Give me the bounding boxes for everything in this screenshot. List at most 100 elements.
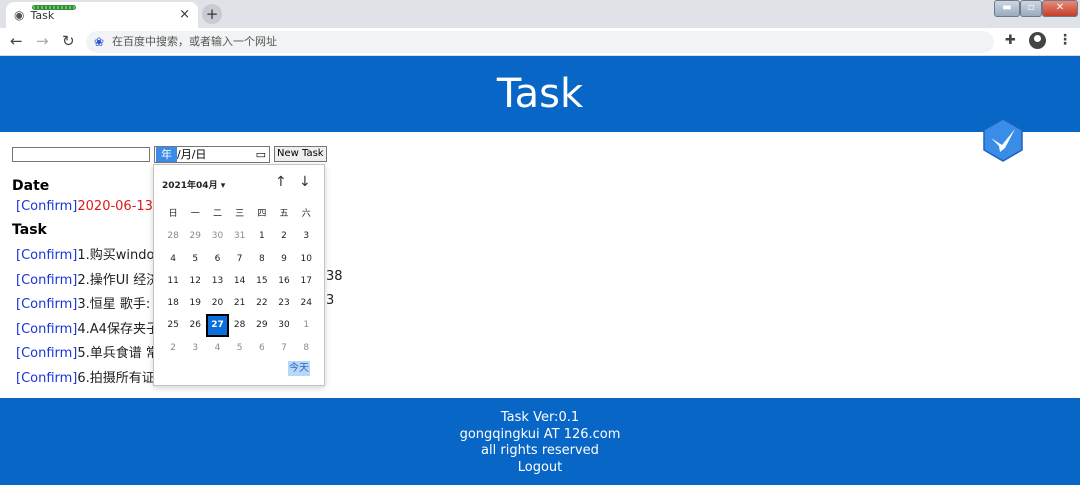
weekday-header: 二	[212, 209, 222, 219]
task-heading: Task	[12, 222, 47, 238]
list-item: [Confirm]5.单兵食谱 常	[16, 342, 159, 361]
calendar-icon[interactable]: ▭	[256, 147, 266, 162]
calendar-day[interactable]: 8	[295, 337, 317, 359]
calendar-day[interactable]: 2	[273, 225, 295, 247]
task-text: 4.A4保存夹子	[77, 322, 159, 337]
calendar-day[interactable]: 28	[229, 314, 251, 336]
confirm-link[interactable]: [Confirm]	[16, 248, 77, 263]
calendar-day[interactable]: 4	[162, 248, 184, 270]
task-input[interactable]	[12, 146, 150, 162]
calendar-day[interactable]: 23	[273, 292, 295, 314]
calendar-day[interactable]: 30	[206, 225, 228, 247]
calendar-day[interactable]: 15	[251, 270, 273, 292]
browser-tab[interactable]: ◉ Task ×	[6, 2, 198, 28]
back-arrow-icon[interactable]: ←	[10, 32, 23, 50]
calendar-day[interactable]: 6	[251, 337, 273, 359]
calendar-day[interactable]: 4	[206, 337, 228, 359]
calendar-day[interactable]: 20	[206, 292, 228, 314]
calendar-day[interactable]: 7	[273, 337, 295, 359]
confirm-link[interactable]: [Confirm]	[16, 297, 77, 312]
calendar-day[interactable]: 8	[251, 248, 273, 270]
account-icon[interactable]	[1029, 32, 1046, 49]
calendar-day[interactable]: 2	[162, 337, 184, 359]
address-placeholder: 在百度中搜索，或者输入一个网址	[112, 35, 277, 48]
weekday-header: 一	[190, 209, 200, 219]
calendar-day[interactable]: 29	[184, 225, 206, 247]
calendar-day[interactable]: 31	[229, 225, 251, 247]
date-month-day-segment[interactable]: /月/日	[177, 147, 206, 162]
reload-icon[interactable]: ↻	[62, 32, 75, 50]
calendar-day[interactable]: 21	[229, 292, 251, 314]
calendar-day[interactable]: 28	[162, 225, 184, 247]
calendar-day[interactable]: 3	[295, 225, 317, 247]
date-heading: Date	[12, 178, 50, 194]
calendar-day[interactable]: 7	[229, 248, 251, 270]
task-text-tail: 3	[326, 293, 335, 308]
date-input[interactable]: 年 /月/日 ▭	[154, 145, 270, 163]
contact-text: gongqingkui AT 126.com	[459, 426, 621, 442]
calendar-day[interactable]: 18	[162, 292, 184, 314]
logout-link[interactable]: Logout	[0, 460, 1080, 477]
extensions-icon[interactable]: ✚	[1005, 33, 1016, 48]
date-picker-popup: 2021年04月 ▾ ↑ ↓ 日一二三四五六 28 29 30 31 1 2 3 4 5 6 7 8 9 1…	[153, 164, 325, 386]
confirm-link[interactable]: [Confirm]	[16, 322, 77, 337]
calendar-day[interactable]: 19	[184, 292, 206, 314]
calendar-day[interactable]: 5	[229, 337, 251, 359]
date-year-segment[interactable]: 年	[156, 146, 177, 162]
up-arrow-icon[interactable]: ↑	[275, 174, 287, 190]
confirm-link[interactable]: [Confirm]	[16, 346, 77, 361]
close-window-button[interactable]: ✕	[1042, 0, 1078, 17]
calendar-day[interactable]: 3	[184, 337, 206, 359]
list-item: [Confirm]1.购买window	[16, 244, 165, 263]
task-text: 5.单兵食谱 常	[77, 346, 159, 361]
calendar-day[interactable]: 22	[251, 292, 273, 314]
calendar-day[interactable]: 29	[251, 314, 273, 336]
confirm-link[interactable]: [Confirm]	[16, 199, 77, 214]
tab-title: Task	[30, 8, 55, 22]
calendar-day[interactable]: 6	[206, 248, 228, 270]
month-selector[interactable]: 2021年04月 ▾	[162, 178, 225, 191]
calendar-day[interactable]: 25	[162, 314, 184, 336]
list-item: [Confirm]2.操作UI 经济	[16, 269, 159, 288]
calendar-day[interactable]: 13	[206, 270, 228, 292]
calendar-grid: 日一二三四五六 28 29 30 31 1 2 3 4 5 6 7 8 9 10 11 12 13 14 15 16 17…	[162, 203, 318, 359]
confirm-link[interactable]: [Confirm]	[16, 273, 77, 288]
calendar-day[interactable]: 16	[273, 270, 295, 292]
down-arrow-icon[interactable]: ↓	[299, 174, 311, 190]
calendar-day[interactable]: 24	[295, 292, 317, 314]
new-tab-button[interactable]: +	[202, 4, 222, 24]
today-button[interactable]: 今天	[288, 361, 310, 376]
forward-arrow-icon[interactable]: →	[36, 32, 49, 50]
bird-app-icon[interactable]	[982, 118, 1024, 162]
weekday-header: 四	[257, 209, 267, 219]
calendar-day[interactable]: 9	[273, 248, 295, 270]
address-input[interactable]: ❀ 在百度中搜索，或者输入一个网址	[86, 31, 994, 53]
address-bar-row: ← → ↻ ❀ 在百度中搜索，或者输入一个网址 ✚ ⋮	[0, 28, 1080, 56]
calendar-day[interactable]: 1	[295, 314, 317, 336]
rights-text: all rights reserved	[481, 443, 599, 458]
confirm-link[interactable]: [Confirm]	[16, 371, 77, 386]
browser-tab-bar: ◉ Task × + ▬ ▫ ✕	[0, 0, 1080, 28]
maximize-button[interactable]: ▫	[1020, 0, 1042, 17]
list-item: [Confirm]4.A4保存夹子	[16, 318, 159, 337]
task-text: 2.操作UI 经济	[77, 273, 160, 288]
calendar-day[interactable]: 1	[251, 225, 273, 247]
calendar-day[interactable]: 17	[295, 270, 317, 292]
page-footer: Task Ver:0.1 gongqingkui AT 126.com all …	[0, 398, 1080, 485]
calendar-day[interactable]: 5	[184, 248, 206, 270]
task-text: 1.购买window	[77, 248, 166, 263]
calendar-day[interactable]: 26	[184, 314, 206, 336]
weekday-header: 五	[279, 209, 289, 219]
calendar-day[interactable]: 30	[273, 314, 295, 336]
loading-indicator	[32, 5, 76, 10]
calendar-day[interactable]: 12	[184, 270, 206, 292]
calendar-day[interactable]: 14	[229, 270, 251, 292]
calendar-day[interactable]: 10	[295, 248, 317, 270]
menu-kebab-icon[interactable]: ⋮	[1058, 32, 1072, 48]
minimize-button[interactable]: ▬	[994, 0, 1020, 17]
calendar-day[interactable]: 11	[162, 270, 184, 292]
new-task-button[interactable]: New Task	[274, 146, 327, 162]
tab-close-icon[interactable]: ×	[179, 7, 190, 22]
list-item: [Confirm]3.恒星 歌手: 汪	[16, 293, 167, 312]
calendar-day[interactable]: 27	[206, 314, 229, 337]
